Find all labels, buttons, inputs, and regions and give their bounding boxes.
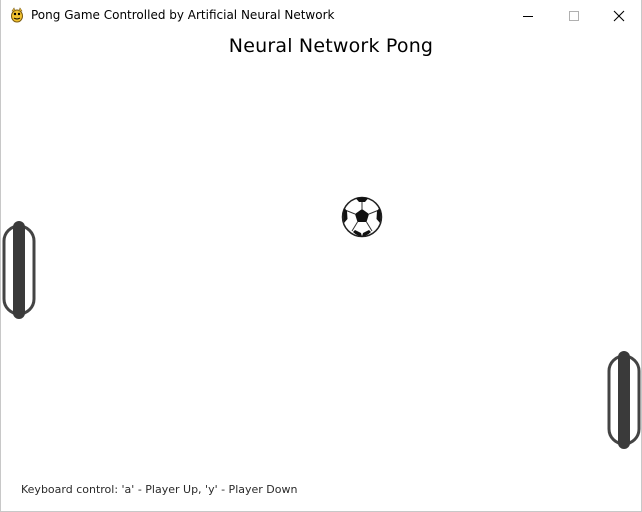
close-button[interactable] xyxy=(596,0,642,31)
game-heading: Neural Network Pong xyxy=(228,35,434,57)
minimize-icon xyxy=(523,15,533,17)
maximize-button[interactable] xyxy=(551,0,597,31)
title-bar[interactable]: Pong Game Controlled by Artificial Neura… xyxy=(1,0,641,31)
game-canvas[interactable]: Neural Network Pong Keyboard control: 'a… xyxy=(1,31,641,511)
minimize-button[interactable] xyxy=(505,0,551,31)
window-title: Pong Game Controlled by Artificial Neura… xyxy=(31,8,335,22)
pygame-snake-icon xyxy=(11,7,23,23)
maximize-icon xyxy=(569,10,579,21)
close-icon xyxy=(613,10,625,21)
soccer-ball xyxy=(341,196,383,238)
game-window: Pong Game Controlled by Artificial Neura… xyxy=(0,0,642,512)
left-paddle xyxy=(2,221,36,319)
right-paddle xyxy=(607,351,641,449)
keyboard-instructions: Keyboard control: 'a' - Player Up, 'y' -… xyxy=(21,483,298,496)
